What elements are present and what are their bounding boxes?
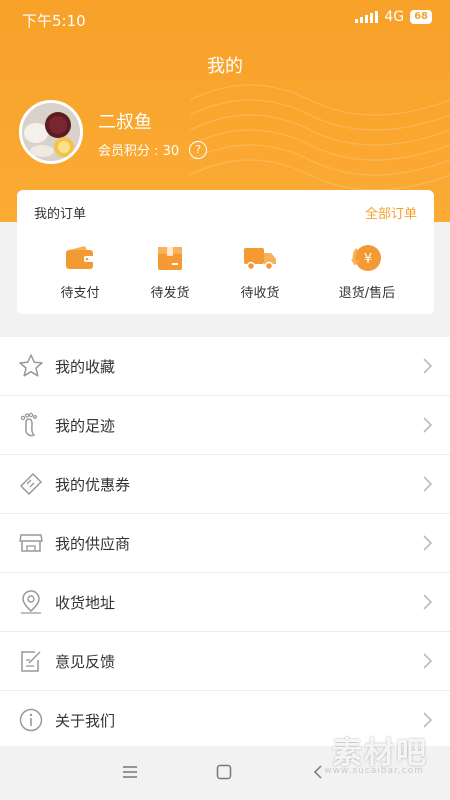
menu-item-suppliers[interactable]: 我的供应商 bbox=[0, 514, 450, 573]
order-card: 我的订单 全部订单 待支付 待发货 待收货 ¥ 退货/售后 bbox=[17, 190, 434, 314]
menu-item-label: 收货地址 bbox=[55, 594, 116, 612]
location-icon bbox=[18, 589, 44, 615]
menu-item-label: 我的供应商 bbox=[55, 535, 131, 553]
coupon-icon bbox=[18, 471, 44, 497]
svg-text:¥: ¥ bbox=[364, 252, 372, 267]
chevron-right-icon bbox=[422, 652, 434, 670]
menu-item-label: 我的足迹 bbox=[55, 417, 116, 435]
all-orders-link[interactable]: 全部订单 bbox=[365, 203, 417, 222]
order-item-pending-receipt[interactable]: 待收货 bbox=[215, 242, 305, 301]
chevron-right-icon bbox=[422, 475, 434, 493]
star-icon bbox=[18, 353, 44, 379]
box-icon bbox=[125, 242, 215, 274]
truck-icon bbox=[215, 242, 305, 274]
menu-item-shipping-address[interactable]: 收货地址 bbox=[0, 573, 450, 632]
member-points: 会员积分 : 30 ? bbox=[98, 140, 208, 159]
order-item-label: 退货/售后 bbox=[338, 286, 396, 301]
menu-item-label: 我的收藏 bbox=[55, 358, 116, 376]
refund-icon: ¥ bbox=[317, 242, 417, 274]
order-item-label: 待收货 bbox=[240, 286, 280, 301]
menu-item-footprints[interactable]: 我的足迹 bbox=[0, 396, 450, 455]
page-title: 我的 bbox=[207, 56, 243, 77]
store-icon bbox=[18, 530, 44, 556]
watermark-url: www.sucaibar.com bbox=[324, 766, 424, 776]
order-item-after-sales[interactable]: ¥ 退货/售后 bbox=[317, 242, 417, 301]
signal-icon bbox=[355, 11, 379, 23]
chevron-right-icon bbox=[422, 416, 434, 434]
order-item-pending-payment[interactable]: 待支付 bbox=[35, 242, 125, 301]
order-item-label: 待支付 bbox=[60, 286, 100, 301]
chevron-right-icon bbox=[422, 593, 434, 611]
battery-icon: 68 bbox=[410, 10, 432, 24]
chevron-right-icon bbox=[422, 357, 434, 375]
network-type: 4G bbox=[384, 9, 405, 25]
points-label: 会员积分 : 30 bbox=[98, 144, 180, 159]
username[interactable]: 二叔鱼 bbox=[98, 108, 152, 134]
wallet-icon bbox=[35, 242, 125, 274]
chevron-right-icon bbox=[422, 534, 434, 552]
menu-item-label: 关于我们 bbox=[55, 712, 116, 730]
status-indicators: 4G 68 bbox=[355, 9, 432, 25]
menu-item-feedback[interactable]: 意见反馈 bbox=[0, 632, 450, 691]
menu-item-label: 意见反馈 bbox=[55, 653, 116, 671]
help-icon[interactable]: ? bbox=[189, 140, 208, 159]
avatar[interactable] bbox=[19, 100, 83, 164]
menu-item-favorites[interactable]: 我的收藏 bbox=[0, 337, 450, 396]
info-icon bbox=[18, 707, 44, 733]
menu-item-coupons[interactable]: 我的优惠券 bbox=[0, 455, 450, 514]
back-icon[interactable] bbox=[313, 764, 323, 784]
feedback-icon bbox=[18, 648, 44, 674]
order-item-label: 待发货 bbox=[150, 286, 190, 301]
order-item-pending-shipment[interactable]: 待发货 bbox=[125, 242, 215, 301]
footprint-icon bbox=[18, 412, 44, 438]
home-icon[interactable] bbox=[216, 764, 232, 784]
menu-item-label: 我的优惠券 bbox=[55, 476, 131, 494]
menu-list: 我的收藏 我的足迹 我的优惠券 我的供应商 收货地址 意见反馈 关于我们 bbox=[0, 337, 450, 750]
order-section-title: 我的订单 bbox=[34, 207, 87, 222]
menu-icon[interactable] bbox=[122, 764, 138, 783]
chevron-right-icon bbox=[422, 711, 434, 729]
status-bar: 下午5:10 4G 68 bbox=[0, 0, 450, 38]
status-time: 下午5:10 bbox=[22, 12, 86, 30]
